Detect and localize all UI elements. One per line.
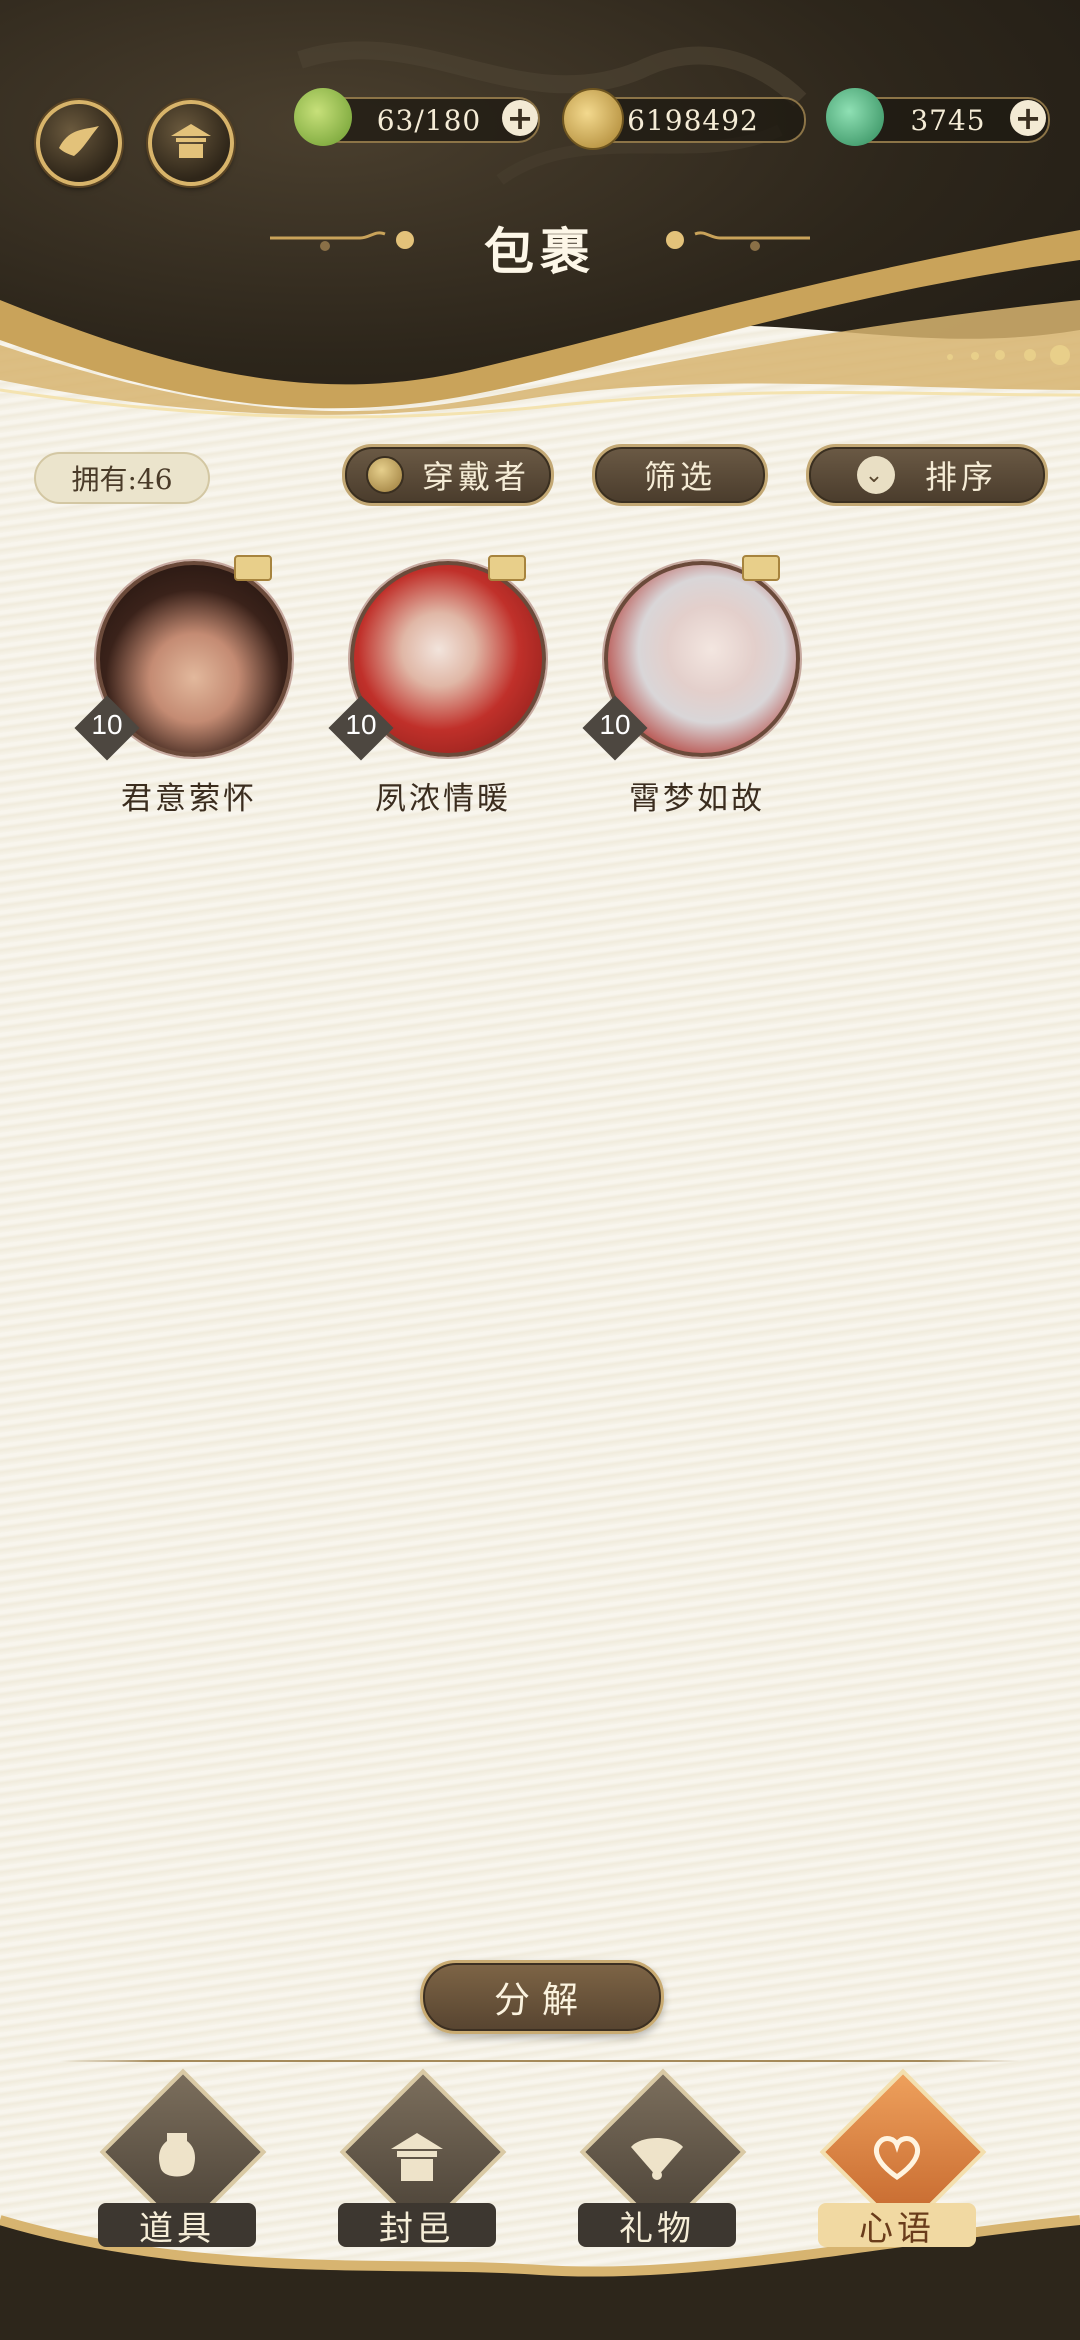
vase-icon [159,2133,195,2177]
add-jade-button[interactable]: + [1010,100,1046,136]
tab-heart-words[interactable]: 心语 [812,2068,987,2249]
tab-label: 礼物 [578,2203,736,2249]
item-card[interactable]: 10 霄梦如故 [582,555,802,825]
item-badge-icon [234,555,272,581]
item-card[interactable]: 10 君意萦怀 [74,555,294,825]
coin-value: 6198492 [627,103,759,137]
heart-icon [873,2136,921,2181]
title-ornament-right [666,231,810,251]
palace-icon [391,2133,443,2181]
filter-button[interactable]: 筛选 [592,444,768,506]
jade-icon [826,88,884,146]
owned-count-badge: 拥有:46 [34,452,210,504]
jade-value: 3745 [910,103,986,137]
item-card[interactable]: 10 夙浓情暖 [328,555,548,825]
stamina-value: 63/180 [376,103,482,137]
wearer-button[interactable]: 穿戴者 [342,444,554,506]
coin-icon [562,88,624,150]
item-badge-icon [488,555,526,581]
swallow-icon [59,126,99,156]
item-name: 夙浓情暖 [375,781,511,817]
header-decoration [297,41,807,185]
wearer-dot-icon [365,456,404,494]
item-name: 霄梦如故 [629,781,765,817]
item-level: 10 [345,709,377,740]
item-level: 10 [91,709,123,740]
sort-button[interactable]: ⌄ 排序 [806,444,1048,506]
add-stamina-button[interactable]: + [502,100,538,136]
nav-divider [60,2060,1020,2062]
tab-label: 道具 [98,2203,256,2249]
wearer-label: 穿戴者 [421,458,530,496]
item-level: 10 [599,709,631,740]
sort-label: 排序 [924,458,997,496]
filter-label: 筛选 [643,458,716,496]
leaf-icon [294,88,352,146]
decompose-label: 分解 [493,1980,590,2021]
decompose-button[interactable]: 分解 [420,1960,664,2034]
tab-fief[interactable]: 封邑 [332,2068,507,2249]
title-ornament-left [270,231,414,251]
sort-arrow-icon: ⌄ [856,456,895,494]
back-button[interactable] [36,100,122,186]
tab-label: 封邑 [338,2203,496,2249]
fan-icon [631,2138,683,2180]
tab-label: 心语 [818,2203,976,2249]
owned-count-text: 拥有:46 [71,463,173,496]
item-badge-icon [742,555,780,581]
item-name: 君意萦怀 [121,781,257,817]
home-button[interactable] [148,100,234,186]
tab-items[interactable]: 道具 [92,2068,267,2249]
pavilion-icon [171,124,211,158]
tab-gifts[interactable]: 礼物 [572,2068,747,2249]
page-title: 包裹 [484,222,596,281]
